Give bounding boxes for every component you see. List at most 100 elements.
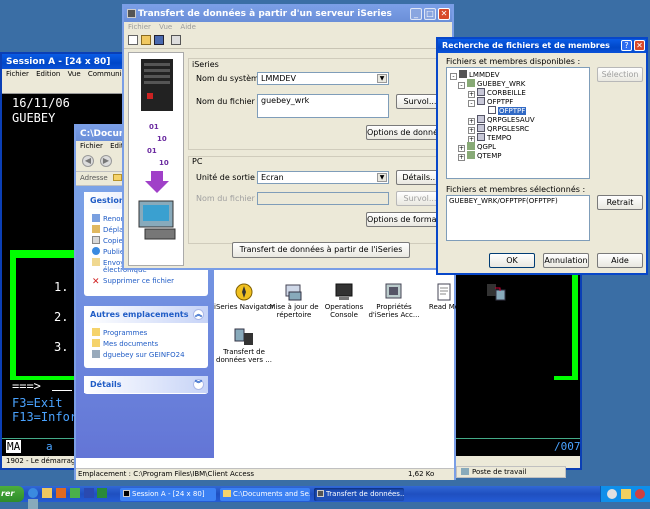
expand-icon[interactable]: ︾ — [193, 379, 204, 390]
messenger-icon[interactable] — [69, 488, 80, 498]
save-icon[interactable] — [153, 35, 164, 45]
server-to-pc-illustration: 01 10 01 10 — [138, 59, 176, 240]
ok-button[interactable]: OK — [489, 253, 535, 268]
excel-icon[interactable] — [97, 488, 108, 498]
taskbar-session-button[interactable]: Session A - [24 x 80] — [120, 488, 216, 501]
desktop-icon[interactable] — [28, 498, 38, 509]
svg-text:10: 10 — [159, 159, 169, 167]
other-places-header[interactable]: Autres emplacements ︽ — [84, 306, 208, 323]
folder-icon — [223, 490, 231, 497]
tree-item[interactable]: + QTEMP — [458, 151, 501, 161]
collapse-toggle-icon[interactable]: - — [468, 100, 475, 107]
outlook-icon[interactable] — [41, 488, 52, 498]
place-programs[interactable]: Programmes — [92, 328, 147, 337]
taskbar-explorer-button[interactable]: C:\Documents and Se... — [220, 488, 310, 501]
tray-icon[interactable] — [607, 489, 617, 499]
properties-icon[interactable] — [379, 282, 409, 305]
forward-icon[interactable]: ▶ — [100, 155, 112, 167]
computer-icon — [461, 468, 469, 475]
svg-text:10: 10 — [157, 135, 167, 143]
svg-text:01: 01 — [149, 123, 159, 131]
output-device-value: Ecran — [261, 173, 284, 182]
start-transfer-button[interactable]: Transfert de données à partir de l'iSeri… — [232, 242, 410, 258]
word-icon[interactable] — [83, 488, 94, 498]
terminal-f3: F3=Exit — [12, 396, 63, 410]
icon-label-transfer-from[interactable]: Transfert de données à pa... — [465, 303, 527, 319]
output-device-combo[interactable]: Ecran ▼ — [257, 171, 389, 184]
help-text-button[interactable]: Aide — [597, 253, 643, 268]
session-menu-view[interactable]: Vue — [68, 70, 81, 78]
tree-item-selected[interactable]: OFPTPF — [488, 106, 527, 115]
terminal-command-line[interactable] — [52, 390, 72, 391]
selection-button: Sélection — [597, 67, 643, 82]
readme-icon[interactable] — [429, 282, 459, 305]
tray-icon[interactable] — [621, 489, 631, 499]
pc-label: PC — [192, 157, 203, 166]
cancel-button[interactable]: Annulation — [543, 253, 589, 268]
explorer-status-zone: Poste de travail — [456, 466, 566, 478]
terminal-option-2: 2. — [54, 310, 69, 324]
help-button[interactable]: ? — [621, 40, 632, 51]
folder-icon — [92, 339, 100, 347]
back-icon[interactable]: ◀ — [82, 155, 94, 167]
explorer-menu-file[interactable]: Fichier — [80, 142, 103, 150]
open-icon[interactable] — [140, 35, 151, 45]
search-title: Recherche de fichiers et de membres — [442, 41, 610, 50]
transfer-menu-view[interactable]: Vue — [159, 23, 172, 31]
minimize-button[interactable]: _ — [410, 8, 422, 20]
task-copy[interactable]: Copier — [92, 236, 126, 245]
transfer-to-icon[interactable] — [229, 327, 259, 350]
close-button[interactable]: ✕ — [634, 40, 645, 51]
transfer-titlebar: Transfert de données à partir d'un serve… — [124, 6, 452, 22]
place-my-documents[interactable]: Mes documents — [92, 339, 158, 348]
selected-label: Fichiers et membres sélectionnés : — [446, 185, 586, 194]
ie-icon[interactable] — [28, 488, 38, 498]
terminal-status-a: a — [46, 440, 53, 453]
selected-item[interactable]: GUEBEY_WRK/OFPTPF(OFPTPF) — [449, 197, 558, 205]
rename-icon — [92, 214, 100, 222]
data-options-button[interactable]: Options de données... — [366, 125, 444, 140]
file-name-input[interactable]: guebey_wrk — [257, 94, 389, 118]
task-delete[interactable]: ✕ Supprimer ce fichier — [92, 277, 174, 287]
desktop-strip — [582, 276, 650, 486]
terminal-date: 16/11/06 — [12, 96, 70, 110]
system-name-combo[interactable]: LMMDEV ▼ — [257, 72, 389, 85]
session-menu-file[interactable]: Fichier — [6, 70, 29, 78]
folder-icon — [92, 328, 100, 336]
session-title: Session A - [24 x 80] — [6, 57, 111, 67]
svg-text:01: 01 — [147, 147, 157, 155]
navigator-icon[interactable] — [229, 282, 259, 305]
pc-file-name-input — [257, 192, 389, 205]
available-label: Fichiers et membres disponibles : — [446, 57, 581, 66]
close-button[interactable]: ✕ — [438, 8, 450, 20]
tray-icon[interactable] — [635, 489, 645, 499]
details-panel: Détails ︾ — [84, 376, 208, 394]
media-icon[interactable] — [55, 488, 66, 498]
transfer-menu-help[interactable]: Aide — [180, 23, 195, 31]
operations-console-icon[interactable] — [329, 282, 359, 305]
file-icon — [477, 133, 485, 141]
collapse-toggle-icon[interactable]: - — [458, 82, 465, 89]
library-icon — [467, 79, 475, 87]
status-size: 1,62 Ko — [408, 470, 435, 478]
dropdown-arrow-icon[interactable]: ▼ — [377, 74, 387, 83]
collapse-toggle-icon[interactable]: - — [450, 73, 457, 80]
icon-label-transfer-to[interactable]: Transfert de données vers ... — [213, 348, 275, 364]
retrait-button[interactable]: Retrait — [597, 195, 643, 210]
expand-toggle-icon[interactable]: + — [458, 154, 465, 161]
dropdown-arrow-icon[interactable]: ▼ — [377, 173, 387, 182]
taskbar-transfer-button[interactable]: Transfert de données... — [314, 488, 404, 501]
session-menu-edit[interactable]: Edition — [36, 70, 60, 78]
place-network-share[interactable]: dguebey sur GEINFO24 — [92, 350, 185, 359]
properties-icon[interactable] — [170, 35, 181, 45]
transfer-from-icon[interactable] — [481, 282, 511, 305]
transfer-menu-file[interactable]: Fichier — [128, 23, 151, 31]
start-button[interactable]: rer — [0, 486, 24, 502]
details-header[interactable]: Détails ︾ — [84, 376, 208, 393]
update-directory-icon[interactable] — [279, 282, 309, 305]
collapse-icon[interactable]: ︽ — [193, 309, 204, 320]
new-icon[interactable] — [128, 35, 138, 45]
maximize-button[interactable]: □ — [424, 8, 436, 20]
format-options-button[interactable]: Options de format... — [366, 212, 444, 227]
selected-list[interactable]: GUEBEY_WRK/OFPTPF(OFPTPF) — [446, 195, 590, 241]
